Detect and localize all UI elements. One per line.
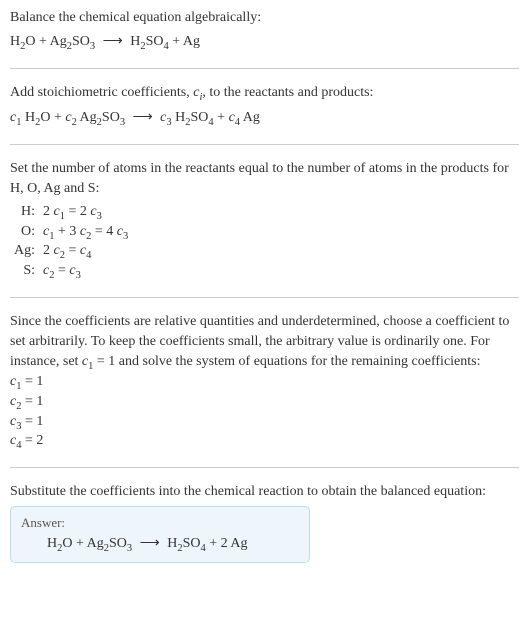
text: = 4: [91, 224, 116, 239]
coeff-intro: Add stoichiometric coefficients, ci, to …: [10, 83, 519, 103]
atom-equation: 2 c1 = 2 c3: [39, 202, 132, 222]
atom-row: Ag: 2 c2 = c4: [10, 241, 132, 261]
coeff-value: c3 = 1: [10, 412, 519, 432]
subscript: 3: [120, 116, 125, 127]
section-problem: Balance the chemical equation algebraica…: [10, 8, 519, 69]
species: Ag: [77, 110, 97, 125]
atom-equation: 2 c2 = c4: [39, 241, 132, 261]
text: =: [65, 243, 80, 258]
section-result: Substitute the coefficients into the che…: [10, 482, 519, 579]
species: H: [130, 34, 140, 49]
species: H: [47, 536, 57, 551]
section-atom-balance: Set the number of atoms in the reactants…: [10, 159, 519, 298]
text: O +: [40, 110, 65, 125]
species: + Ag: [169, 34, 200, 49]
text: = 1: [21, 374, 43, 389]
coeff-equation: c1 H2O + c2 Ag2SO3 ⟶ c3 H2SO4 + c4 Ag: [10, 107, 519, 128]
text: =: [54, 263, 69, 278]
atom-balance-intro: Set the number of atoms in the reactants…: [10, 159, 519, 200]
atom-row: O: c1 + 3 c2 = 4 c3: [10, 222, 132, 242]
species: + 2 Ag: [206, 536, 248, 551]
atom-equation: c2 = c3: [39, 261, 132, 281]
coeff-value: c1 = 1: [10, 372, 519, 392]
coeff-solution-list: c1 = 1 c2 = 1 c3 = 1 c4 = 2: [10, 372, 519, 450]
reaction-arrow: ⟶: [133, 107, 153, 128]
species: H: [172, 110, 186, 125]
text: + 3: [54, 224, 79, 239]
atom-equation: c1 + 3 c2 = 4 c3: [39, 222, 132, 242]
text: +: [214, 110, 229, 125]
species: O + Ag: [62, 536, 103, 551]
section-solve: Since the coefficients are relative quan…: [10, 312, 519, 468]
text: = 2: [21, 433, 43, 448]
text: Add stoichiometric coefficients,: [10, 85, 193, 100]
text: = 2: [65, 204, 90, 219]
element-label: S:: [10, 261, 39, 281]
species: SO: [109, 536, 127, 551]
element-label: H:: [10, 202, 39, 222]
result-intro: Substitute the coefficients into the che…: [10, 482, 519, 502]
species: O + Ag: [25, 34, 66, 49]
reaction-arrow: ⟶: [103, 31, 123, 52]
species: SO: [72, 34, 90, 49]
problem-intro: Balance the chemical equation algebraica…: [10, 8, 519, 28]
species: H: [167, 536, 177, 551]
coeff-value: c2 = 1: [10, 392, 519, 412]
subscript: 3: [90, 41, 95, 52]
unbalanced-equation: H2O + Ag2SO3 ⟶ H2SO4 + Ag: [10, 31, 519, 52]
species: SO: [146, 34, 164, 49]
subscript: 4: [86, 250, 91, 261]
text: 2: [43, 243, 54, 258]
element-label: O:: [10, 222, 39, 242]
atom-balance-table: H: 2 c1 = 2 c3 O: c1 + 3 c2 = 4 c3 Ag: 2…: [10, 202, 132, 280]
text: 2: [43, 204, 54, 219]
answer-box: Answer: H2O + Ag2SO3 ⟶ H2SO4 + 2 Ag: [10, 506, 310, 563]
atom-row: S: c2 = c3: [10, 261, 132, 281]
element-label: Ag:: [10, 241, 39, 261]
subscript: 3: [97, 211, 102, 222]
subscript: 3: [123, 231, 128, 242]
solve-intro: Since the coefficients are relative quan…: [10, 312, 519, 373]
species: H: [10, 34, 20, 49]
reaction-arrow: ⟶: [140, 535, 160, 552]
text: = 1 and solve the system of equations fo…: [93, 354, 480, 369]
species: SO: [183, 536, 201, 551]
species: H: [21, 110, 35, 125]
text: = 1: [21, 414, 43, 429]
subscript: 3: [76, 270, 81, 281]
coeff-value: c4 = 2: [10, 431, 519, 451]
species: SO: [102, 110, 120, 125]
text: = 1: [21, 394, 43, 409]
species: Ag: [240, 110, 260, 125]
species: SO: [191, 110, 209, 125]
answer-label: Answer:: [21, 515, 299, 531]
section-coefficients: Add stoichiometric coefficients, ci, to …: [10, 83, 519, 144]
atom-row: H: 2 c1 = 2 c3: [10, 202, 132, 222]
subscript: 3: [127, 543, 132, 554]
text: , to the reactants and products:: [202, 85, 373, 100]
balanced-equation: H2O + Ag2SO3 ⟶ H2SO4 + 2 Ag: [21, 535, 299, 552]
